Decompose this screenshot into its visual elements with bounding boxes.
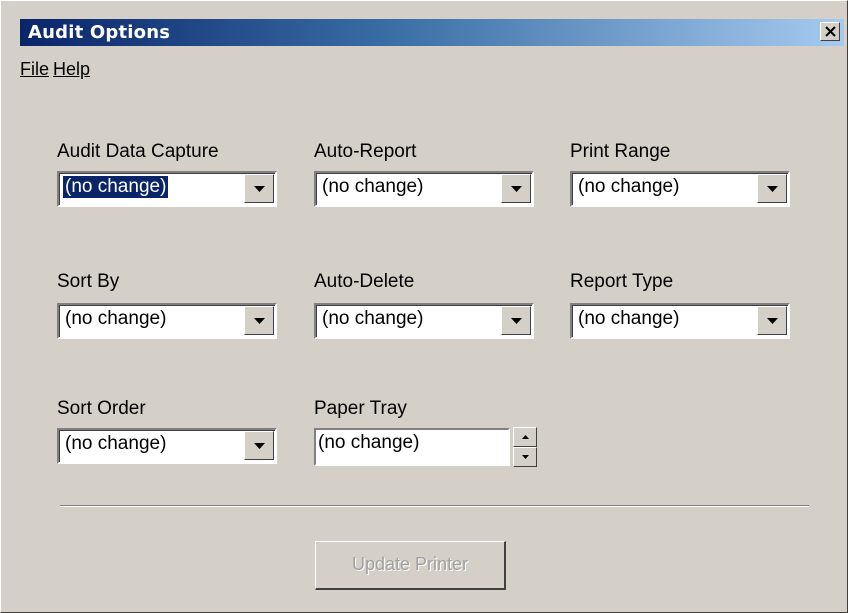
chevron-down-icon [254,186,265,192]
menu-file-label: File [20,59,50,79]
paper-tray-value: (no change) [318,432,420,453]
auto-report-arrow[interactable] [501,174,531,203]
auto-delete-arrow[interactable] [501,306,531,335]
chevron-down-icon [511,318,522,324]
menu-help-label: Help [53,59,91,79]
print-range-arrow[interactable] [757,174,787,203]
window-title: Audit Options [28,22,171,43]
chevron-down-icon [254,443,265,449]
sort-by-label: Sort By [57,271,120,292]
report-type-label: Report Type [570,271,674,292]
paper-tray-input[interactable]: (no change) [314,428,510,466]
paper-tray-spin-down[interactable] [513,447,537,467]
report-type-value: (no change) [578,308,680,329]
sort-order-label: Sort Order [57,398,146,419]
chevron-down-icon [511,186,522,192]
auto-report-value: (no change) [322,176,424,197]
chevron-down-icon [767,186,778,192]
update-printer-label: Update Printer [351,554,469,574]
auto-report-dropdown[interactable]: (no change) [314,171,534,207]
spin-down-icon [522,455,529,459]
auto-delete-dropdown[interactable]: (no change) [314,303,534,339]
sort-by-value: (no change) [65,308,167,329]
report-type-dropdown[interactable]: (no change) [570,303,790,339]
audit-data-capture-dropdown[interactable]: (no change) [57,171,277,207]
close-icon [825,26,836,37]
spin-up-icon [522,435,529,439]
print-range-dropdown[interactable]: (no change) [570,171,790,207]
close-button[interactable] [820,22,840,41]
sort-order-arrow[interactable] [244,431,274,460]
sort-by-dropdown[interactable]: (no change) [57,303,277,339]
report-type-arrow[interactable] [757,306,787,335]
menu-help[interactable]: Help [53,59,90,80]
update-printer-button[interactable]: Update Printer [315,541,506,590]
separator [60,505,809,507]
chevron-down-icon [254,318,265,324]
print-range-label: Print Range [570,141,671,162]
audit-data-capture-value: (no change) [61,175,170,199]
auto-delete-label: Auto-Delete [314,271,415,292]
chevron-down-icon [767,318,778,324]
audit-data-capture-arrow[interactable] [244,174,274,203]
sort-order-value: (no change) [65,433,167,454]
audit-options-window: Audit Options File Help Audit Data Captu… [0,0,848,613]
sort-order-dropdown[interactable]: (no change) [57,428,277,464]
auto-delete-value: (no change) [322,308,424,329]
paper-tray-spin-up[interactable] [513,427,537,447]
menu-file[interactable]: File [20,59,49,80]
sort-by-arrow[interactable] [244,306,274,335]
paper-tray-label: Paper Tray [314,398,407,419]
print-range-value: (no change) [578,176,680,197]
auto-report-label: Auto-Report [314,141,417,162]
title-bar[interactable]: Audit Options [20,19,844,46]
audit-data-capture-label: Audit Data Capture [57,141,219,162]
